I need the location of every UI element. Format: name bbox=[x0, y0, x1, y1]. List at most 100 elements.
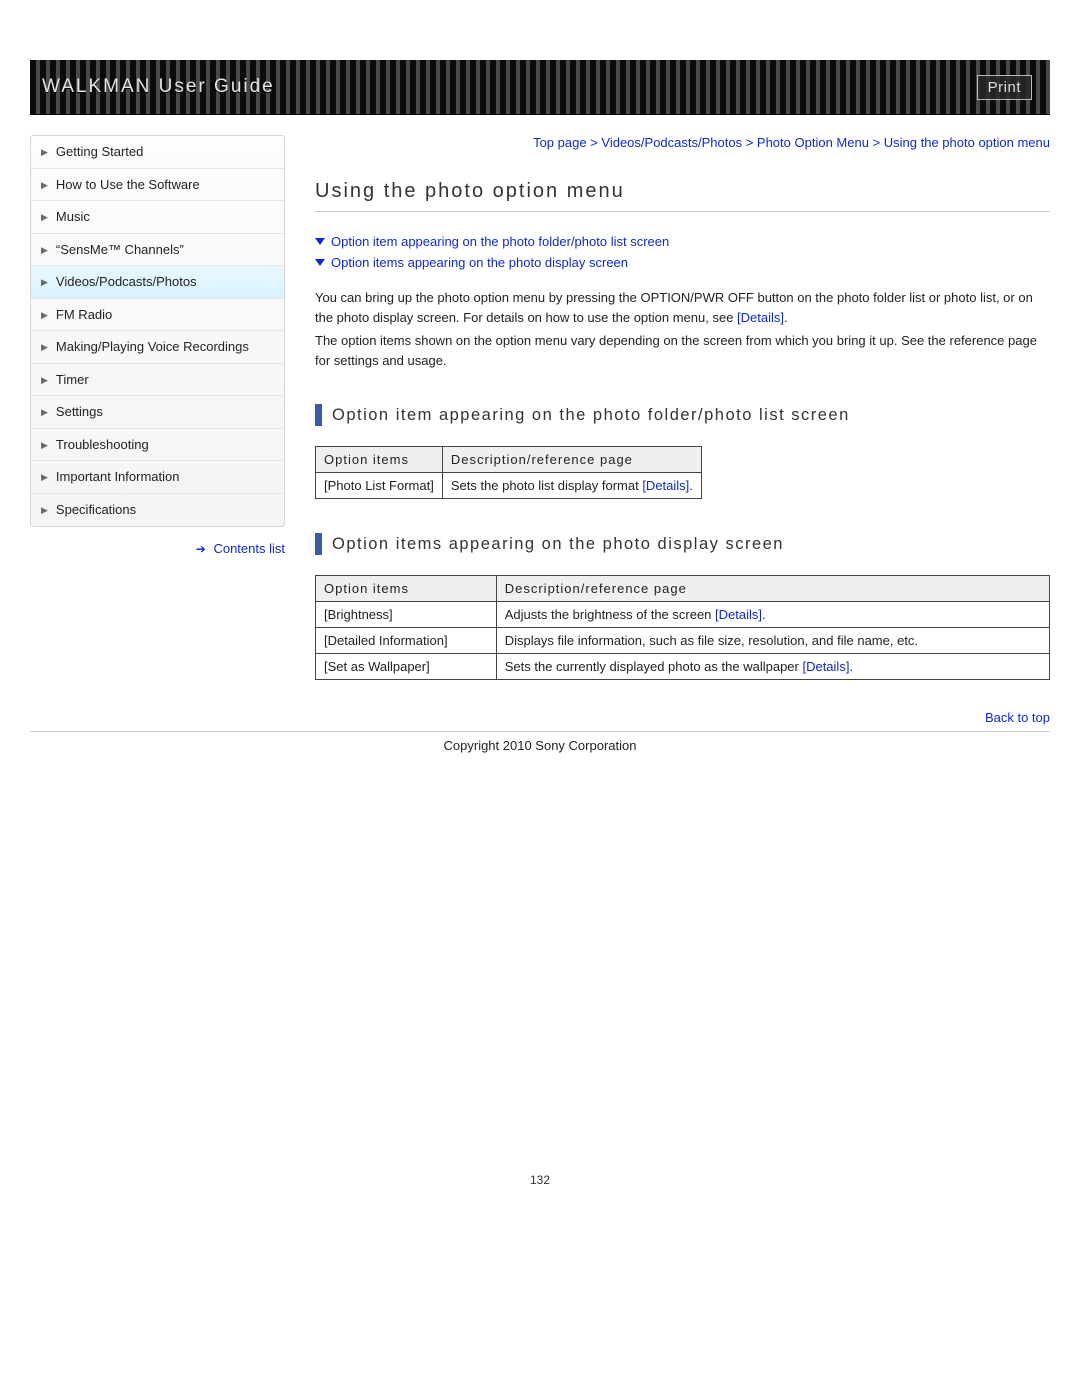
sidebar-item-0[interactable]: ▶ Getting Started bbox=[31, 136, 284, 169]
breadcrumb-item[interactable]: Videos/Podcasts/Photos bbox=[601, 135, 742, 150]
sidebar-item-11[interactable]: ▶ Specifications bbox=[31, 494, 284, 526]
breadcrumb-separator: > bbox=[869, 135, 884, 150]
nav-menu: ▶ Getting Started ▶ How to Use the Software… bbox=[30, 135, 285, 527]
section-title-2: Option items appearing on the photo disp… bbox=[332, 535, 784, 554]
sidebar-item-label: Timer bbox=[56, 371, 89, 389]
desc-text: Adjusts the brightness of the screen bbox=[505, 607, 715, 622]
sidebar-item-4[interactable]: ▶ Videos/Podcasts/Photos bbox=[31, 266, 284, 299]
option-item-cell: [Photo List Format] bbox=[316, 473, 443, 499]
sidebar-item-7[interactable]: ▶ Timer bbox=[31, 364, 284, 397]
triangle-down-icon bbox=[315, 259, 325, 266]
chevron-right-icon: ▶ bbox=[41, 179, 48, 191]
breadcrumb-separator: > bbox=[587, 135, 602, 150]
sidebar-item-label: Troubleshooting bbox=[56, 436, 149, 454]
table-row: [Detailed Information] Displays file info… bbox=[316, 628, 1050, 654]
chevron-right-icon: ▶ bbox=[41, 439, 48, 451]
desc-text: Sets the currently displayed photo as th… bbox=[505, 659, 803, 674]
copyright: Copyright 2010 Sony Corporation bbox=[30, 738, 1050, 753]
sidebar-item-6[interactable]: ▶Making/Playing Voice Recordings bbox=[31, 331, 284, 364]
anchor-link-row: Option item appearing on the photo folde… bbox=[315, 234, 1050, 249]
intro-text-1b: . bbox=[784, 310, 788, 325]
breadcrumb-item[interactable]: Photo Option Menu bbox=[757, 135, 869, 150]
arrow-right-icon: ➔ bbox=[196, 542, 206, 556]
sidebar-item-label: Videos/Podcasts/Photos bbox=[56, 273, 197, 291]
header-bar: WALKMAN User Guide Print bbox=[30, 60, 1050, 115]
chevron-right-icon: ▶ bbox=[41, 211, 48, 223]
table-row: [Photo List Format]Sets the photo list d… bbox=[316, 473, 702, 499]
sidebar-item-label: How to Use the Software bbox=[56, 176, 200, 194]
option-desc-cell: Displays file information, such as file … bbox=[496, 628, 1049, 654]
breadcrumb-item[interactable]: Top page bbox=[533, 135, 587, 150]
sidebar-item-9[interactable]: ▶ Troubleshooting bbox=[31, 429, 284, 462]
chevron-right-icon: ▶ bbox=[41, 341, 48, 353]
option-table-2: Option itemsDescription/reference page[B… bbox=[315, 575, 1050, 680]
sidebar-item-5[interactable]: ▶ FM Radio bbox=[31, 299, 284, 332]
triangle-down-icon bbox=[315, 238, 325, 245]
back-to-top-link[interactable]: Back to top bbox=[985, 710, 1050, 725]
desc-text: . bbox=[689, 478, 693, 493]
option-item-cell: [Brightness] bbox=[316, 602, 497, 628]
table-header-cell: Description/reference page bbox=[442, 447, 701, 473]
chevron-right-icon: ▶ bbox=[41, 276, 48, 288]
sidebar: ▶ Getting Started ▶ How to Use the Software… bbox=[30, 135, 285, 556]
desc-text: Sets the photo list display format bbox=[451, 478, 642, 493]
page-title: Using the photo option menu bbox=[315, 180, 1050, 212]
sidebar-item-8[interactable]: ▶ Settings bbox=[31, 396, 284, 429]
chevron-right-icon: ▶ bbox=[41, 471, 48, 483]
chevron-right-icon: ▶ bbox=[41, 374, 48, 386]
sidebar-item-label: Settings bbox=[56, 403, 103, 421]
option-item-cell: [Detailed Information] bbox=[316, 628, 497, 654]
desc-text: . bbox=[762, 607, 766, 622]
intro-paragraph-1: You can bring up the photo option menu b… bbox=[315, 288, 1050, 327]
table-row: [Brightness]Adjusts the brightness of th… bbox=[316, 602, 1050, 628]
contents-list-row: ➔ Contents list bbox=[30, 541, 285, 557]
sidebar-item-label: Music bbox=[56, 208, 90, 226]
app-title: WALKMAN User Guide bbox=[42, 76, 275, 98]
option-desc-cell: Adjusts the brightness of the screen [De… bbox=[496, 602, 1049, 628]
section-title-1: Option item appearing on the photo folde… bbox=[332, 406, 850, 425]
chevron-right-icon: ▶ bbox=[41, 504, 48, 516]
option-table-1: Option itemsDescription/reference page[P… bbox=[315, 446, 702, 499]
breadcrumb-item[interactable]: Using the photo option menu bbox=[884, 135, 1050, 150]
chevron-right-icon: ▶ bbox=[41, 146, 48, 158]
sidebar-item-label: “SensMe™ Channels” bbox=[56, 241, 184, 259]
section-bar-icon bbox=[315, 404, 322, 426]
sidebar-item-3[interactable]: ▶ “SensMe™ Channels” bbox=[31, 234, 284, 267]
details-link[interactable]: [Details] bbox=[642, 478, 689, 493]
section-bar-icon bbox=[315, 533, 322, 555]
option-desc-cell: Sets the photo list display format [Deta… bbox=[442, 473, 701, 499]
desc-text: . bbox=[849, 659, 853, 674]
contents-list-link[interactable]: Contents list bbox=[213, 541, 285, 556]
anchor-link[interactable]: Option items appearing on the photo disp… bbox=[331, 255, 628, 270]
option-item-cell: [Set as Wallpaper] bbox=[316, 654, 497, 680]
print-button[interactable]: Print bbox=[977, 75, 1032, 100]
sidebar-item-label: Getting Started bbox=[56, 143, 143, 161]
intro-details-link[interactable]: [Details] bbox=[737, 310, 784, 325]
sidebar-item-label: Important Information bbox=[56, 468, 180, 486]
sidebar-item-label: Specifications bbox=[56, 501, 136, 519]
table-header-cell: Description/reference page bbox=[496, 576, 1049, 602]
table-header-cell: Option items bbox=[316, 447, 443, 473]
anchor-link[interactable]: Option item appearing on the photo folde… bbox=[331, 234, 669, 249]
section-heading-2: Option items appearing on the photo disp… bbox=[315, 533, 1050, 555]
anchor-link-row: Option items appearing on the photo disp… bbox=[315, 255, 1050, 270]
chevron-right-icon: ▶ bbox=[41, 244, 48, 256]
details-link[interactable]: [Details] bbox=[802, 659, 849, 674]
sidebar-item-2[interactable]: ▶ Music bbox=[31, 201, 284, 234]
intro-paragraph-2: The option items shown on the option men… bbox=[315, 331, 1050, 370]
details-link[interactable]: [Details] bbox=[715, 607, 762, 622]
table-header-cell: Option items bbox=[316, 576, 497, 602]
breadcrumb: Top page > Videos/Podcasts/Photos > Phot… bbox=[315, 135, 1050, 150]
sidebar-item-1[interactable]: ▶ How to Use the Software bbox=[31, 169, 284, 202]
sidebar-item-10[interactable]: ▶ Important Information bbox=[31, 461, 284, 494]
intro-text-1a: You can bring up the photo option menu b… bbox=[315, 290, 1033, 325]
chevron-right-icon: ▶ bbox=[41, 406, 48, 418]
chevron-right-icon: ▶ bbox=[41, 309, 48, 321]
desc-text: Displays file information, such as file … bbox=[505, 633, 918, 648]
main-content: Top page > Videos/Podcasts/Photos > Phot… bbox=[315, 135, 1050, 725]
table-row: [Set as Wallpaper] Sets the currently dis… bbox=[316, 654, 1050, 680]
page-number: 132 bbox=[30, 1173, 1050, 1187]
section-heading-1: Option item appearing on the photo folde… bbox=[315, 404, 1050, 426]
breadcrumb-separator: > bbox=[742, 135, 757, 150]
sidebar-item-label: FM Radio bbox=[56, 306, 112, 324]
